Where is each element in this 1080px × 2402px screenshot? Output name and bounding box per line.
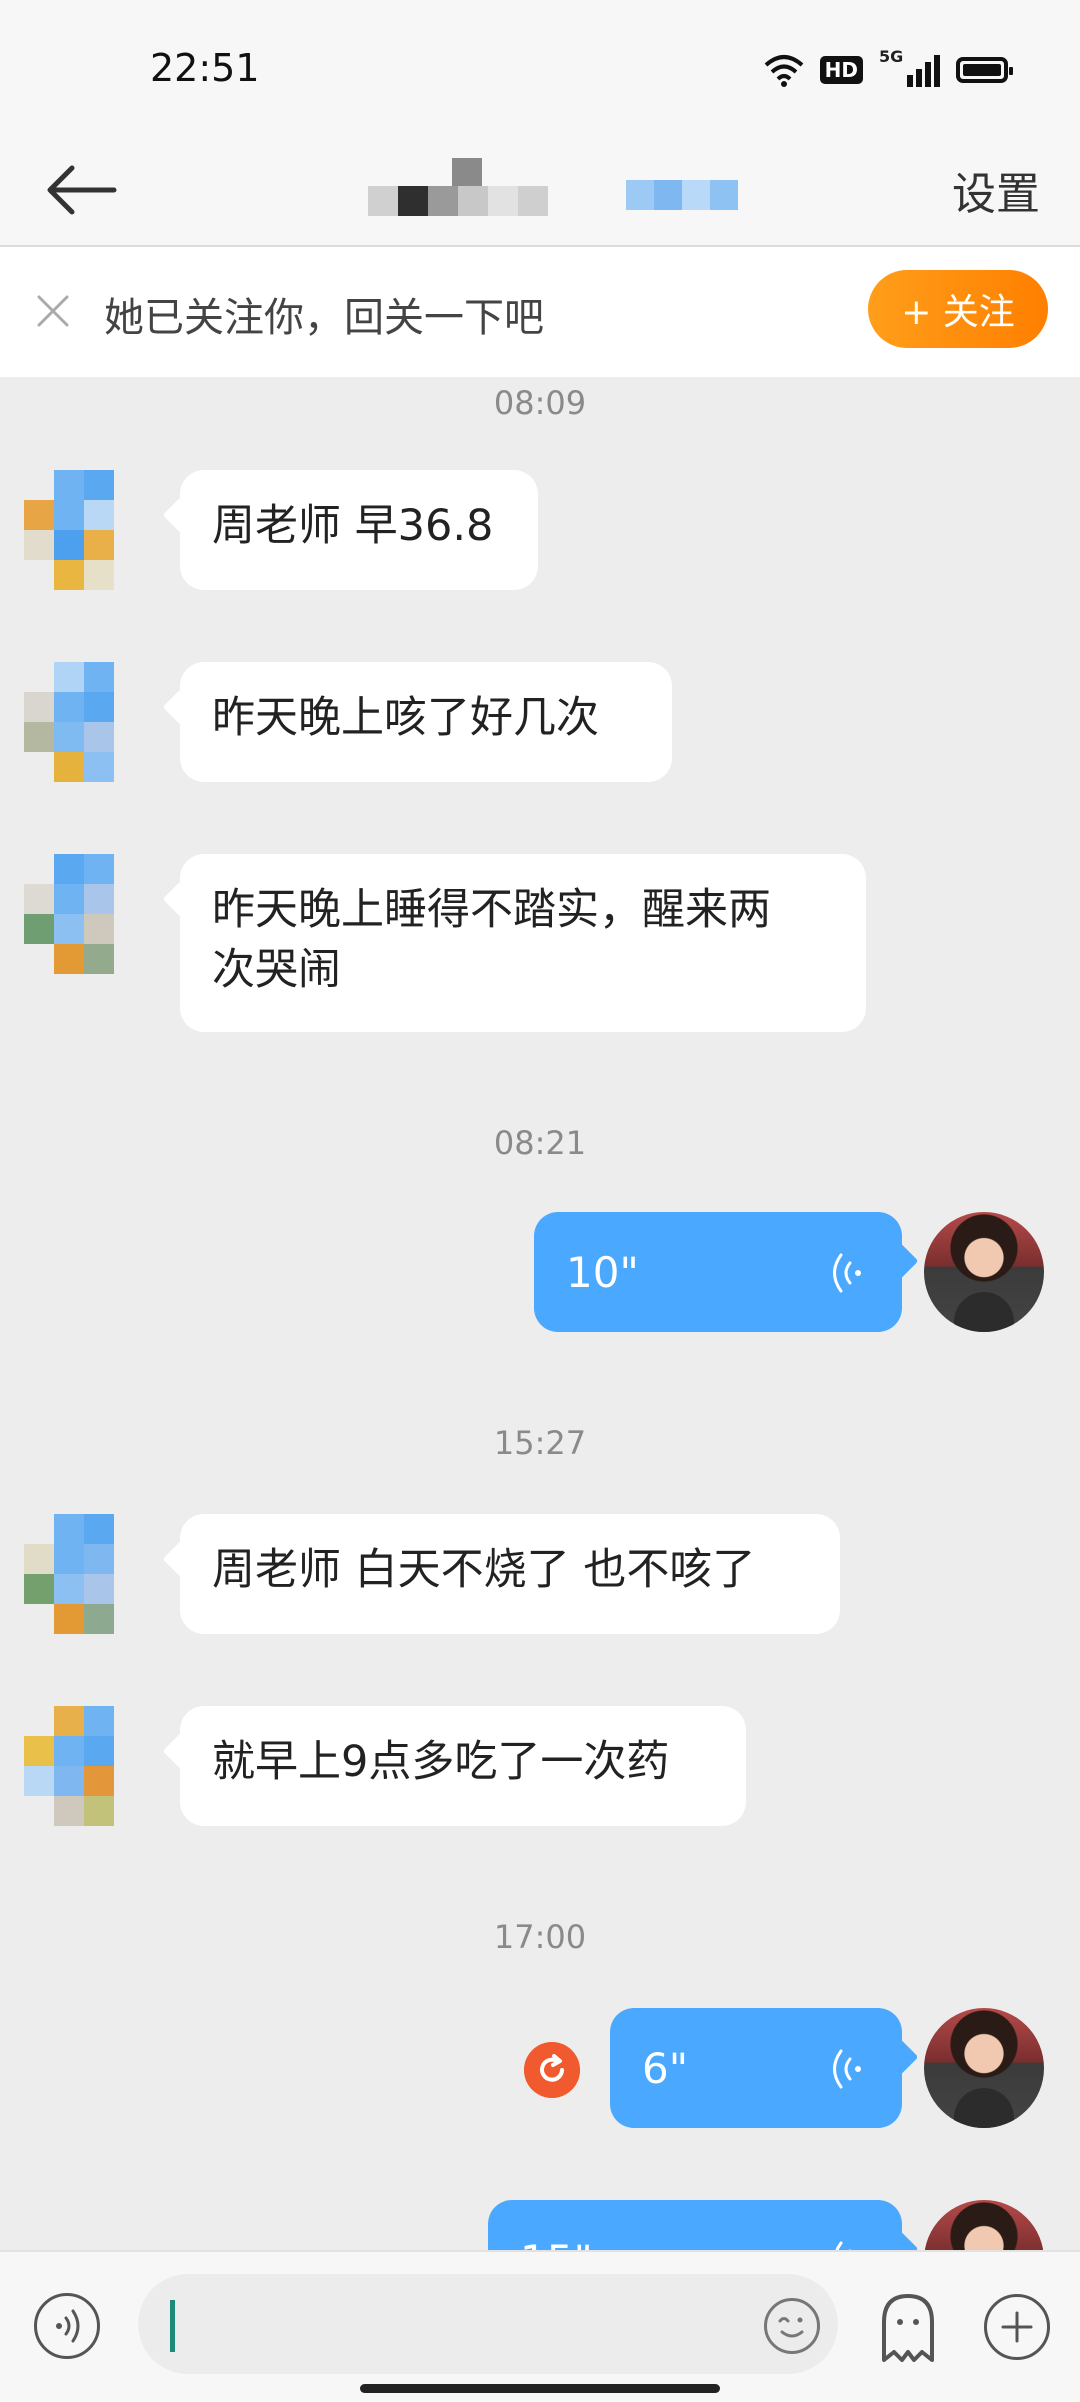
signal-icon: 5G: [879, 47, 940, 87]
voice-wave-icon: [833, 2049, 861, 2089]
voice-message-bubble[interactable]: 10": [534, 1212, 902, 1332]
back-arrow-icon[interactable]: [42, 150, 122, 230]
timestamp: 08:09: [493, 384, 587, 422]
message-bubble[interactable]: 昨天晚上咳了好几次: [180, 662, 672, 782]
close-icon[interactable]: [33, 291, 73, 331]
my-avatar[interactable]: [924, 1212, 1044, 1332]
hd-icon: HD: [819, 56, 863, 84]
follow-suggestion-bar: 她已关注你，回关一下吧 + 关注: [0, 247, 1080, 377]
status-time: 22:51: [150, 46, 260, 90]
timestamp: 15:27: [493, 1424, 587, 1462]
network-type: 5G: [879, 47, 904, 66]
message-text: 周老师 白天不烧了 也不咳了: [212, 1545, 756, 1595]
voice-input-icon[interactable]: [34, 2293, 100, 2359]
message-bubble[interactable]: 昨天晚上睡得不踏实，醒来两 次哭闹: [180, 854, 866, 1032]
follow-button[interactable]: + 关注: [868, 270, 1048, 348]
timestamp: 17:00: [493, 1918, 587, 1956]
retry-icon[interactable]: [524, 2042, 580, 2098]
status-bar: 22:51 HD 5G: [0, 0, 1080, 140]
battery-icon: [956, 57, 1013, 83]
voice-message-bubble[interactable]: 6": [610, 2008, 902, 2128]
message-input[interactable]: [138, 2274, 838, 2374]
message-text-line: 昨天晚上睡得不踏实，醒来两: [212, 885, 771, 935]
message-bubble[interactable]: 周老师 白天不烧了 也不咳了: [180, 1514, 840, 1634]
timestamp: 08:21: [493, 1124, 587, 1162]
voice-wave-icon: [833, 1253, 861, 1293]
sticker-icon[interactable]: [870, 2288, 946, 2368]
settings-button[interactable]: 设置: [952, 158, 1040, 222]
contact-avatar[interactable]: [24, 1706, 144, 1826]
contact-badge-blurred: [626, 140, 738, 245]
chat-header: 设置: [0, 140, 1080, 247]
contact-avatar[interactable]: [24, 662, 144, 782]
status-icons: HD 5G: [764, 47, 1013, 90]
follow-hint-text: 她已关注你，回关一下吧: [104, 295, 544, 341]
message-bubble[interactable]: 周老师 早36.8: [180, 470, 538, 590]
voice-duration: 10": [566, 1248, 639, 1297]
contact-avatar[interactable]: [24, 1514, 144, 1634]
message-text: 周老师 早36.8: [212, 501, 494, 551]
contact-name-blurred: [340, 140, 570, 245]
message-input-bar: [0, 2250, 1080, 2402]
message-text-line: 次哭闹: [212, 945, 341, 995]
contact-avatar[interactable]: [24, 854, 144, 974]
message-bubble[interactable]: 就早上9点多吃了一次药: [180, 1706, 746, 1826]
plus-icon[interactable]: [984, 2294, 1050, 2360]
voice-duration: 6": [642, 2044, 689, 2093]
text-cursor: [170, 2300, 175, 2352]
home-indicator[interactable]: [360, 2384, 720, 2393]
message-text: 昨天晚上咳了好几次: [212, 693, 599, 743]
emoji-icon[interactable]: [764, 2298, 820, 2354]
my-avatar[interactable]: [924, 2008, 1044, 2128]
message-text: 就早上9点多吃了一次药: [212, 1737, 670, 1787]
wifi-icon: [764, 55, 803, 87]
contact-avatar[interactable]: [24, 470, 144, 590]
